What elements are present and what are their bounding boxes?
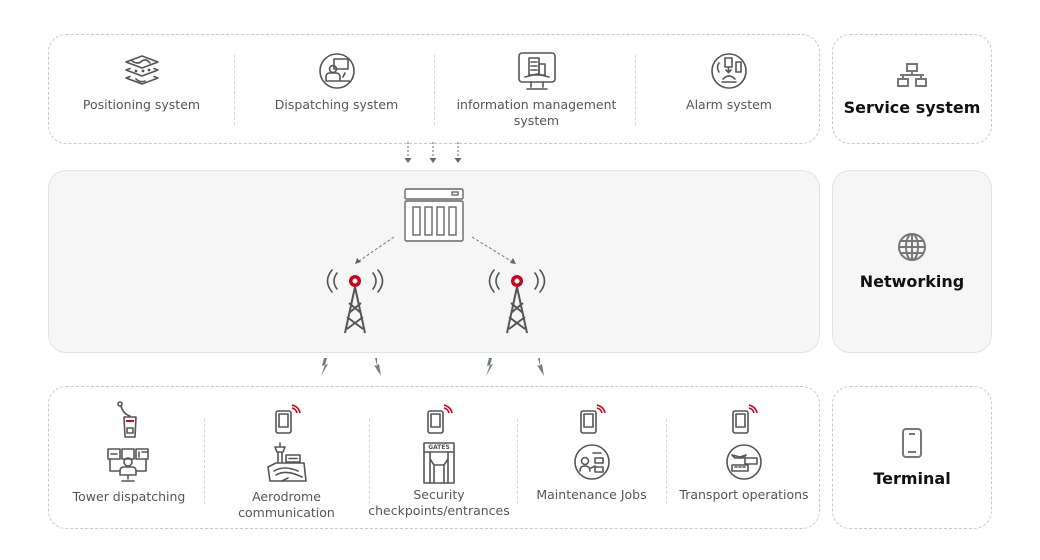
terminal-item-maintenance: Maintenance Jobs bbox=[519, 404, 664, 503]
terminal-item-label: Aerodrome communication bbox=[238, 489, 335, 520]
terminal-item-label: Tower dispatching bbox=[72, 489, 186, 504]
divider bbox=[666, 419, 667, 504]
terminal-item-transport: Transport operations bbox=[669, 404, 819, 503]
building-monitor-icon bbox=[517, 52, 556, 90]
service-item-dispatching: Dispatching system bbox=[264, 51, 409, 113]
globe-icon bbox=[898, 233, 926, 261]
network-topology-icon bbox=[897, 62, 927, 87]
terminal-item-tower-dispatching: Tower dispatching bbox=[59, 401, 199, 505]
server-to-tower-links bbox=[355, 236, 516, 264]
gates-sign-text: GATES bbox=[428, 444, 450, 451]
networking-label-card: Networking bbox=[832, 170, 992, 353]
terminal-item-label: Security checkpoints/entrances bbox=[368, 487, 510, 518]
terminal-item-aerodrome: Aerodrome communication bbox=[219, 404, 354, 521]
signal-tower-icon bbox=[326, 269, 384, 334]
arrow-icon bbox=[355, 258, 361, 264]
service-to-network-arrows bbox=[404, 142, 462, 163]
transport-vehicles-icon bbox=[726, 444, 762, 480]
lightning-icon bbox=[486, 358, 493, 376]
lightning-icon bbox=[537, 358, 544, 376]
lightning-icon bbox=[374, 358, 381, 376]
lightning-icon bbox=[321, 358, 328, 376]
terminal-label-card: Terminal bbox=[832, 386, 992, 529]
service-item-label: Positioning system bbox=[82, 97, 201, 112]
tablet-wireless-icon bbox=[732, 404, 758, 434]
service-system-title: Service system bbox=[843, 97, 981, 117]
arrow-down-icon bbox=[429, 158, 437, 163]
terminal-item-label: Maintenance Jobs bbox=[536, 487, 647, 502]
service-item-label: Dispatching system bbox=[274, 97, 399, 112]
radio-handset-icon bbox=[117, 401, 137, 438]
maintenance-worker-icon bbox=[573, 444, 610, 480]
service-system-panel: Positioning system Dispatching system in… bbox=[48, 34, 820, 144]
divider bbox=[635, 55, 636, 125]
tablet-wireless-icon bbox=[427, 404, 453, 434]
service-item-label: information management system bbox=[456, 97, 617, 128]
service-item-info-management: information management system bbox=[449, 51, 624, 129]
terminal-item-label: Transport operations bbox=[679, 487, 809, 502]
divider bbox=[234, 55, 235, 125]
terminal-title: Terminal bbox=[873, 469, 951, 488]
service-system-label-card: Service system bbox=[832, 34, 992, 144]
tablet-wireless-icon bbox=[274, 404, 301, 434]
divider bbox=[204, 419, 205, 504]
smartphone-icon bbox=[902, 428, 922, 458]
control-room-icon bbox=[107, 448, 149, 482]
terminal-item-security: GATES Security checkpoints/entrances bbox=[364, 404, 514, 519]
service-item-alarm: Alarm system bbox=[654, 51, 804, 113]
arrow-down-icon bbox=[404, 158, 412, 163]
service-item-positioning: Positioning system bbox=[69, 53, 214, 113]
service-item-label: Alarm system bbox=[686, 97, 772, 112]
networking-panel bbox=[48, 170, 820, 353]
dispatcher-icon bbox=[318, 53, 355, 89]
gates-icon: GATES bbox=[422, 441, 456, 485]
divider bbox=[434, 55, 435, 125]
terminal-panel: Tower dispatching Aerodrome communicatio… bbox=[48, 386, 820, 529]
tablet-wireless-icon bbox=[579, 404, 606, 434]
networking-title: Networking bbox=[859, 272, 965, 291]
divider bbox=[517, 419, 518, 504]
alarm-icon bbox=[711, 53, 747, 89]
airport-tower-icon bbox=[266, 442, 307, 482]
wireless-links bbox=[321, 358, 544, 376]
signal-tower-icon bbox=[488, 269, 546, 334]
arrow-down-icon bbox=[454, 158, 462, 163]
layered-map-icon bbox=[124, 55, 159, 85]
